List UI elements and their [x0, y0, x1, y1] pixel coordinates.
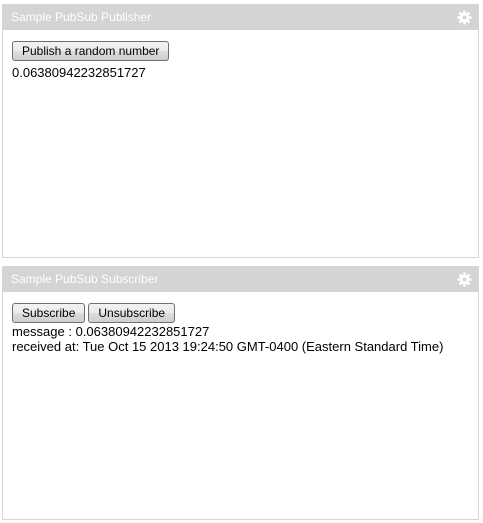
message-text: message : 0.06380942232851727	[12, 324, 210, 339]
subscriber-title: Sample PubSub Subscriber	[11, 272, 159, 286]
publisher-body: Publish a random number 0.06380942232851…	[3, 30, 478, 80]
subscriber-header: Sample PubSub Subscriber	[3, 267, 478, 292]
unsubscribe-button[interactable]: Unsubscribe	[88, 303, 176, 323]
subscriber-button-row: Subscribe Unsubscribe	[12, 303, 478, 323]
publish-random-number-button[interactable]: Publish a random number	[12, 41, 170, 61]
published-value: 0.06380942232851727	[12, 65, 146, 80]
gear-icon[interactable]	[457, 272, 472, 287]
subscribe-button[interactable]: Subscribe	[12, 303, 86, 323]
gear-icon[interactable]	[457, 10, 472, 25]
publisher-header: Sample PubSub Publisher	[3, 5, 478, 30]
subscriber-gadget: Sample PubSub Subscriber Subscribe Unsubs…	[2, 266, 479, 520]
received-at-text: received at: Tue Oct 15 2013 19:24:50 GM…	[12, 339, 444, 354]
publisher-title: Sample PubSub Publisher	[11, 10, 152, 24]
publisher-gadget: Sample PubSub Publisher Publish a random…	[2, 4, 479, 258]
subscriber-body: Subscribe Unsubscribe message : 0.0638094…	[3, 292, 478, 354]
